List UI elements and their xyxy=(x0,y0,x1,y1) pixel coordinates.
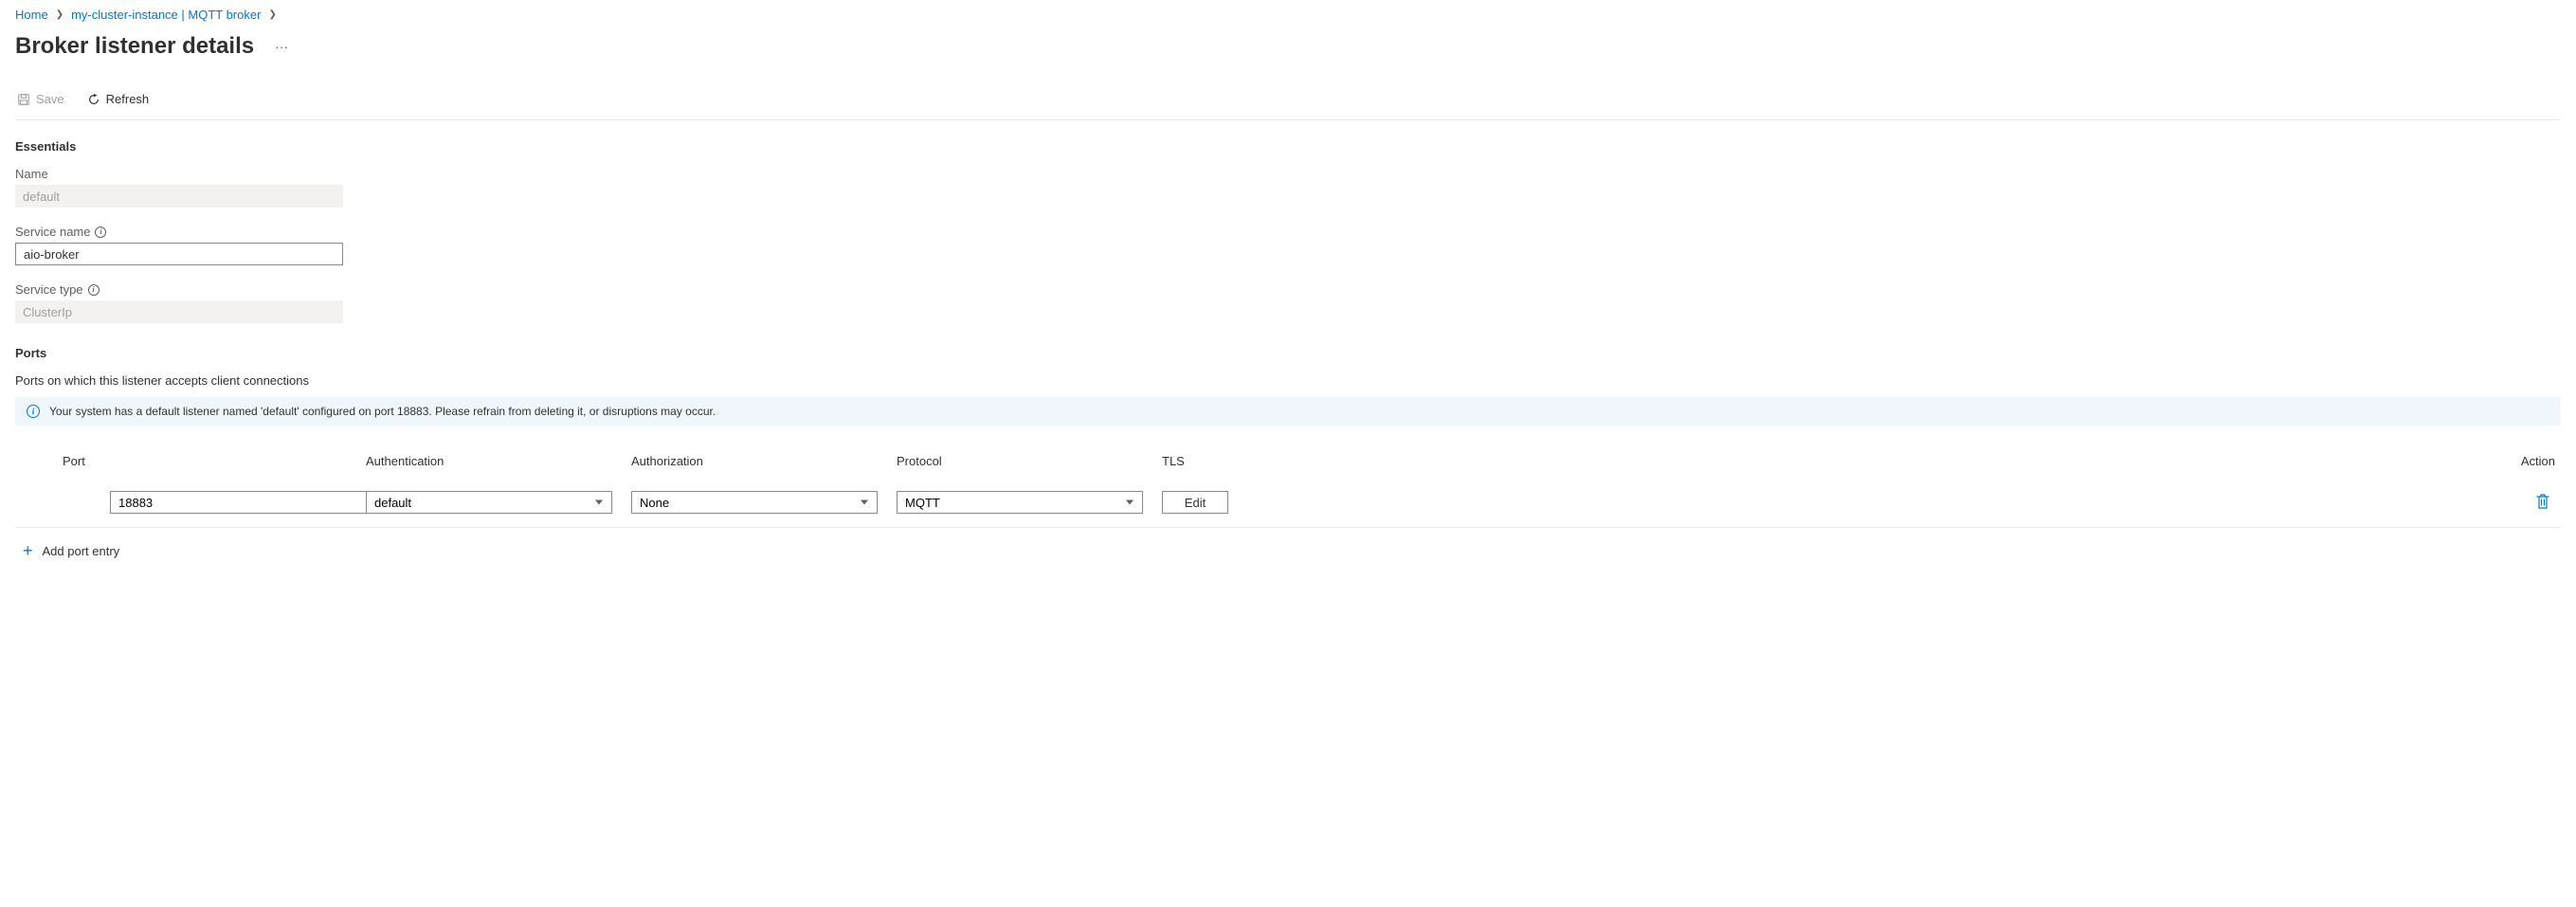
refresh-label: Refresh xyxy=(106,92,150,106)
info-icon: i xyxy=(27,405,40,418)
essentials-header: Essentials xyxy=(15,139,2561,154)
service-type-label: Service type xyxy=(15,282,83,297)
add-port-label: Add port entry xyxy=(43,544,120,558)
ports-section: Ports Ports on which this listener accep… xyxy=(15,346,2561,574)
info-banner: i Your system has a default listener nam… xyxy=(15,397,2561,426)
col-port: Port xyxy=(15,454,366,468)
breadcrumb-instance[interactable]: my-cluster-instance | MQTT broker xyxy=(71,8,261,22)
protocol-select[interactable]: MQTT xyxy=(897,491,1143,514)
refresh-icon xyxy=(87,93,100,106)
more-actions-button[interactable]: ··· xyxy=(269,37,294,56)
service-name-label: Service name xyxy=(15,225,90,239)
breadcrumb: Home ❯ my-cluster-instance | MQTT broker… xyxy=(15,8,2561,22)
table-row: default None MQTT Edit xyxy=(15,487,2561,528)
save-icon xyxy=(17,93,30,106)
page-title: Broker listener details xyxy=(15,33,254,60)
name-input xyxy=(15,185,343,208)
chevron-right-icon: ❯ xyxy=(268,9,276,20)
essentials-section: Essentials Name Service name i Service t… xyxy=(15,139,2561,323)
field-service-type: Service type i xyxy=(15,282,2561,323)
name-label: Name xyxy=(15,167,2561,181)
col-protocol: Protocol xyxy=(897,454,1162,468)
add-port-entry-button[interactable]: + Add port entry xyxy=(15,528,2561,574)
refresh-button[interactable]: Refresh xyxy=(85,88,152,110)
col-tls: TLS xyxy=(1162,454,1389,468)
save-button[interactable]: Save xyxy=(15,88,66,110)
page-title-row: Broker listener details ··· xyxy=(15,33,2561,60)
info-icon[interactable]: i xyxy=(88,284,100,296)
toolbar: Save Refresh xyxy=(15,88,2561,120)
field-name: Name xyxy=(15,167,2561,208)
field-service-name: Service name i xyxy=(15,225,2561,265)
ports-header: Ports xyxy=(15,346,2561,360)
info-icon[interactable]: i xyxy=(95,227,106,238)
save-label: Save xyxy=(36,92,64,106)
ports-description: Ports on which this listener accepts cli… xyxy=(15,373,2561,388)
authorization-select[interactable]: None xyxy=(631,491,878,514)
authentication-select[interactable]: default xyxy=(366,491,612,514)
col-action: Action xyxy=(1389,454,2561,468)
breadcrumb-home[interactable]: Home xyxy=(15,8,48,22)
info-banner-text: Your system has a default listener named… xyxy=(49,405,716,418)
trash-icon xyxy=(2536,494,2549,509)
delete-row-button[interactable] xyxy=(2534,492,2551,514)
table-header-row: Port Authentication Authorization Protoc… xyxy=(15,454,2561,487)
col-authentication: Authentication xyxy=(366,454,631,468)
plus-icon: + xyxy=(23,541,33,561)
tls-edit-button[interactable]: Edit xyxy=(1162,491,1228,514)
col-authorization: Authorization xyxy=(631,454,897,468)
service-type-input xyxy=(15,300,343,323)
chevron-right-icon: ❯ xyxy=(56,9,63,20)
service-name-input[interactable] xyxy=(15,243,343,265)
ports-table: Port Authentication Authorization Protoc… xyxy=(15,454,2561,574)
